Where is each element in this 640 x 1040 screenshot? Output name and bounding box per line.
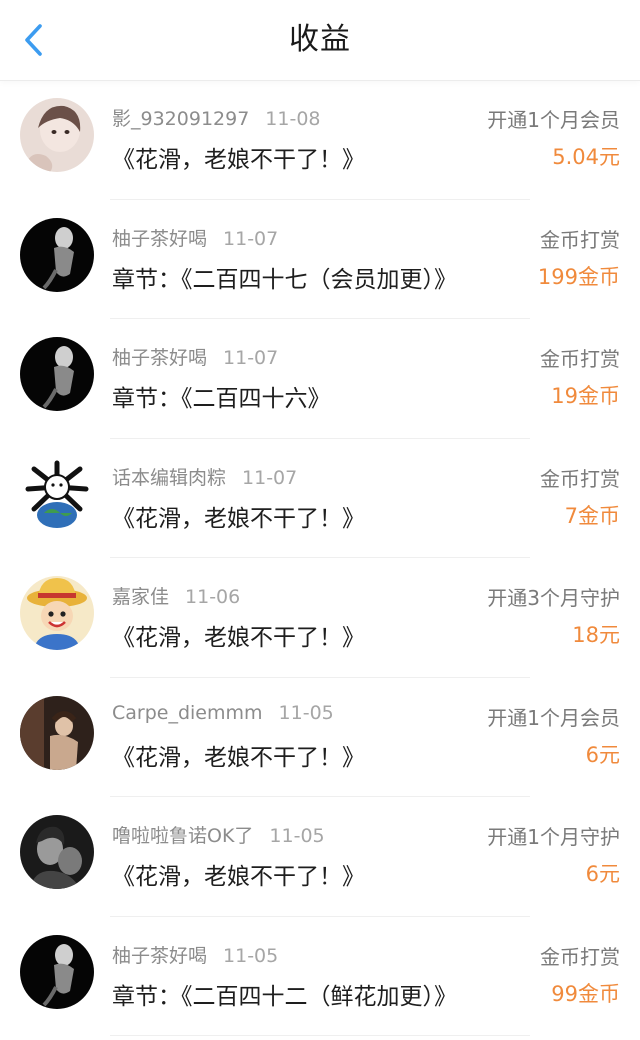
record-meta: 话本编辑肉粽 11-07 xyxy=(112,463,297,490)
user-avatar[interactable] xyxy=(20,456,94,531)
record-meta: Carpe_diemmm 11-05 xyxy=(112,702,334,724)
income-type: 开通1个月守护 xyxy=(487,825,620,849)
work-title: 《花滑，老娘不干了！》 xyxy=(112,147,365,173)
income-record[interactable]: 柚子茶好喝 11-07 章节：《二百四十六》 金币打赏 19金币 xyxy=(0,319,640,439)
income-amount: 6元 xyxy=(585,742,620,767)
income-amount: 19金币 xyxy=(551,384,620,408)
user-avatar[interactable] xyxy=(20,815,94,889)
work-title: 《花滑，老娘不干了！》 xyxy=(112,625,365,651)
user-avatar[interactable] xyxy=(20,217,94,292)
record-date: 11-07 xyxy=(223,347,279,369)
record-date: 11-05 xyxy=(223,944,279,967)
username: Carpe_diemmm xyxy=(112,701,263,724)
user-avatar[interactable] xyxy=(20,576,94,650)
user-avatar[interactable] xyxy=(20,337,94,411)
record-date: 11-05 xyxy=(278,701,334,724)
income-record[interactable]: Carpe_diemmm 11-05 《花滑，老娘不干了！》 开通1个月会员 6元 xyxy=(0,678,640,797)
record-date: 11-06 xyxy=(185,586,241,608)
income-type: 开通3个月守护 xyxy=(487,586,620,610)
user-avatar[interactable] xyxy=(20,98,94,172)
record-meta: 柚子茶好喝 11-07 xyxy=(112,343,278,370)
record-meta: 柚子茶好喝 11-05 xyxy=(112,941,278,968)
income-record[interactable]: 柚子茶好喝 11-07 章节：《二百四十七（会员加更）》 金币打赏 199金币 xyxy=(0,200,640,319)
income-list: 影_932091297 11-08 《花滑，老娘不干了！》 开通1个月会员 5.0… xyxy=(0,80,640,1036)
record-meta: 嘉家佳 11-06 xyxy=(112,582,240,609)
income-record[interactable]: 柚子茶好喝 11-05 章节：《二百四十二（鲜花加更）》 金币打赏 99金币 xyxy=(0,917,640,1036)
record-meta: 影_932091297 11-08 xyxy=(112,104,321,131)
username: 噜啦啦鲁诺OK了 xyxy=(112,825,254,847)
record-date: 11-05 xyxy=(269,825,325,847)
username: 影_932091297 xyxy=(112,108,250,130)
income-type: 金币打赏 xyxy=(540,944,620,969)
income-record[interactable]: 影_932091297 11-08 《花滑，老娘不干了！》 开通1个月会员 5.0… xyxy=(0,80,640,200)
income-amount: 6元 xyxy=(585,862,620,886)
income-record[interactable]: 嘉家佳 11-06 《花滑，老娘不干了！》 开通3个月守护 18元 xyxy=(0,558,640,678)
top-bar: 收益 xyxy=(0,0,640,81)
record-date: 11-07 xyxy=(242,466,298,489)
record-date: 11-08 xyxy=(265,108,321,130)
income-record[interactable]: 噜啦啦鲁诺OK了 11-05 《花滑，老娘不干了！》 开通1个月守护 6元 xyxy=(0,797,640,917)
income-amount: 5.04元 xyxy=(552,145,620,169)
income-amount: 18元 xyxy=(572,623,620,647)
record-meta: 柚子茶好喝 11-07 xyxy=(112,224,278,251)
username: 话本编辑肉粽 xyxy=(112,466,227,489)
income-type: 金币打赏 xyxy=(540,347,620,371)
username: 柚子茶好喝 xyxy=(112,227,208,250)
user-avatar[interactable] xyxy=(20,934,94,1009)
income-amount: 99金币 xyxy=(551,981,620,1006)
income-type: 开通1个月会员 xyxy=(487,705,620,730)
work-title: 章节：《二百四十七（会员加更）》 xyxy=(112,266,457,293)
username: 嘉家佳 xyxy=(112,586,170,608)
income-type: 开通1个月会员 xyxy=(487,108,620,132)
page-title: 收益 xyxy=(289,22,351,57)
work-title: 《花滑，老娘不干了！》 xyxy=(112,864,365,890)
record-date: 11-07 xyxy=(223,227,279,250)
income-type: 金币打赏 xyxy=(540,466,620,491)
row-divider xyxy=(110,1035,530,1036)
record-meta: 噜啦啦鲁诺OK了 11-05 xyxy=(112,821,325,848)
username: 柚子茶好喝 xyxy=(112,944,208,967)
work-title: 章节：《二百四十二（鲜花加更）》 xyxy=(112,983,457,1010)
work-title: 《花滑，老娘不干了！》 xyxy=(112,744,365,771)
income-record[interactable]: 话本编辑肉粽 11-07 《花滑，老娘不干了！》 金币打赏 7金币 xyxy=(0,439,640,558)
user-avatar[interactable] xyxy=(20,695,94,770)
work-title: 《花滑，老娘不干了！》 xyxy=(112,505,365,532)
income-amount: 199金币 xyxy=(537,264,620,289)
income-amount: 7金币 xyxy=(564,503,620,528)
income-type: 金币打赏 xyxy=(540,227,620,252)
work-title: 章节：《二百四十六》 xyxy=(112,386,331,412)
username: 柚子茶好喝 xyxy=(112,347,208,369)
